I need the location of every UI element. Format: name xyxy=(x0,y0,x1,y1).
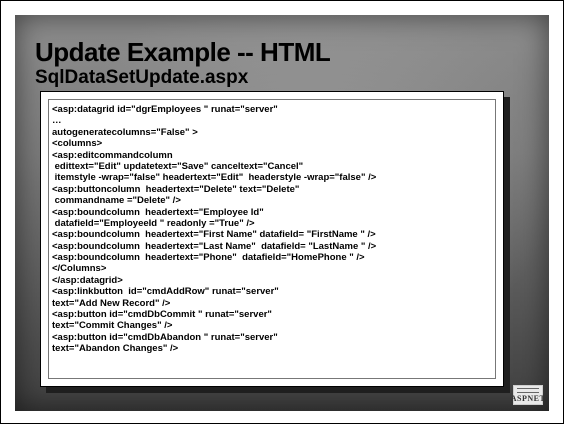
code-line: edittext="Edit" updatetext="Save" cancel… xyxy=(52,160,304,172)
slide-title: Update Example -- HTML xyxy=(35,37,331,67)
code-line: <columns> xyxy=(52,138,103,150)
code-line: <asp:buttoncolumn headertext="Delete" te… xyxy=(52,183,300,195)
logo-text: ASPNET xyxy=(510,393,546,403)
code-line: <asp:button id="cmdDbAbandon " runat="se… xyxy=(52,331,278,343)
code-line: text="Commit Changes" /> xyxy=(52,320,173,332)
code-line: text="Abandon Changes" /> xyxy=(52,343,179,355)
code-line: </Columns> xyxy=(52,263,107,275)
slide-subtitle: SqlDataSetUpdate.aspx xyxy=(35,67,249,88)
code-line: <asp:button id="cmdDbCommit " runat="ser… xyxy=(52,309,272,321)
code-listing: <asp:datagrid id="dgrEmployees " runat="… xyxy=(48,99,496,379)
code-line: <asp:boundcolumn headertext="First Name"… xyxy=(52,229,376,241)
logo-stripes xyxy=(517,387,539,393)
code-line: <asp:linkbutton id="cmdAddRow" runat="se… xyxy=(52,286,279,298)
slide-frame: Update Example -- HTML SqlDataSetUpdate.… xyxy=(0,0,564,424)
code-box: <asp:datagrid id="dgrEmployees " runat="… xyxy=(40,91,504,387)
code-line: text="Add New Record" /> xyxy=(52,297,171,309)
code-line: … xyxy=(52,115,62,127)
slide: Update Example -- HTML SqlDataSetUpdate.… xyxy=(15,15,549,411)
code-line: <asp:boundcolumn headertext="Employee Id… xyxy=(52,206,264,218)
aspnet-logo: ASPNET xyxy=(510,385,546,405)
code-line: itemstyle -wrap="false" headertext="Edit… xyxy=(52,172,377,184)
code-line: <asp:boundcolumn headertext="Last Name" … xyxy=(52,240,377,252)
code-line: datafield="EmployeeId " readonly ="True"… xyxy=(52,217,255,229)
code-line: <asp:datagrid id="dgrEmployees " runat="… xyxy=(52,104,278,115)
code-line: autogeneratecolumns="False" > xyxy=(52,126,198,138)
code-line: commandname ="Delete" /> xyxy=(52,195,181,207)
code-line: <asp:editcommandcolumn xyxy=(52,149,173,161)
code-line: </asp:datagrid> xyxy=(52,274,123,286)
code-line: <asp:boundcolumn headertext="Phone" data… xyxy=(52,252,365,264)
